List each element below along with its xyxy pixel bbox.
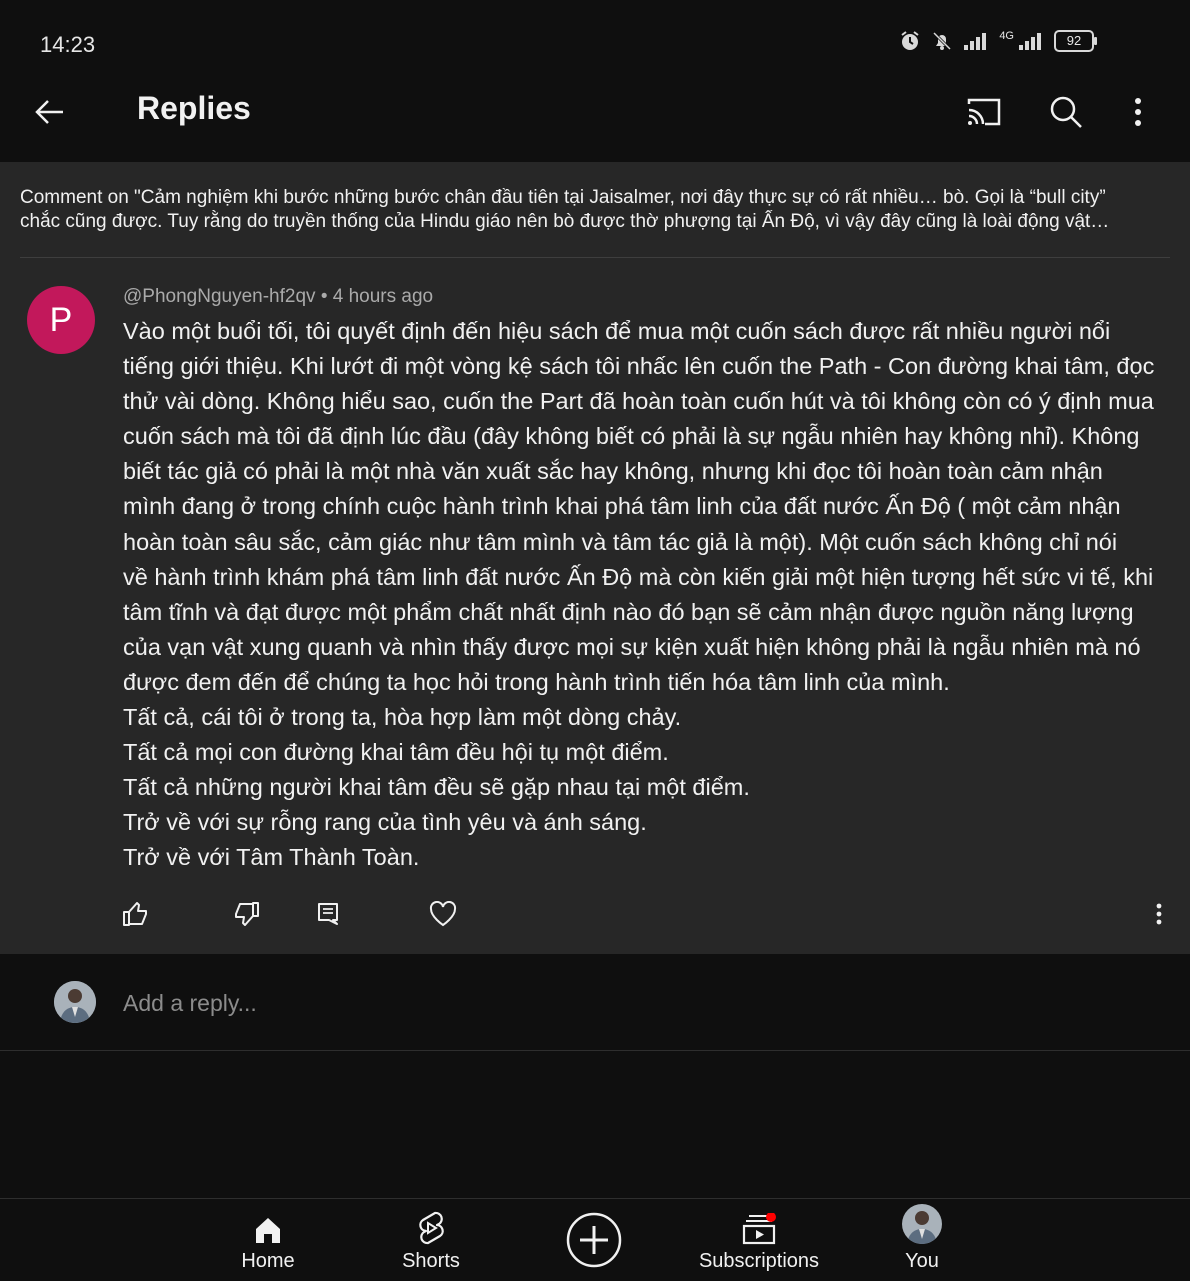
- meta-separator: •: [320, 286, 328, 307]
- reply-input[interactable]: [123, 988, 923, 1018]
- comment-icon: [318, 903, 338, 925]
- status-icons: 4G 92: [899, 30, 1097, 52]
- nav-label: Shorts: [402, 1250, 460, 1272]
- comment-line: biết tác giả có phải là một nhà văn xuất…: [123, 458, 1103, 485]
- search-button[interactable]: [1042, 88, 1090, 136]
- comment-line: Tất cả những người khai tâm đều sẽ gặp n…: [123, 774, 750, 801]
- nav-label: Home: [241, 1250, 295, 1272]
- cast-button[interactable]: [960, 88, 1008, 136]
- thumbs-up-icon: [123, 902, 147, 926]
- nav-shorts[interactable]: Shorts: [391, 1199, 471, 1281]
- comment-line: Trở về với sự rỗng rang của tình yêu và …: [123, 809, 647, 836]
- nav-home[interactable]: Home: [228, 1199, 308, 1281]
- shorts-icon: [419, 1211, 444, 1245]
- search-icon: [1050, 96, 1082, 128]
- profile-avatar-icon: [902, 1204, 942, 1244]
- more-vert-icon: [1156, 903, 1162, 925]
- app-bar: Replies: [0, 70, 1190, 160]
- cast-icon: [967, 98, 1001, 126]
- mute-bell-icon: [933, 31, 952, 51]
- reply-row: [0, 954, 1190, 1051]
- comment-line: cuốn sách mà tôi đã định lúc đầu (đây kh…: [123, 423, 1140, 450]
- signal-icon: [964, 33, 987, 50]
- alarm-icon: [901, 31, 919, 50]
- home-icon: [256, 1218, 280, 1243]
- like-button[interactable]: [116, 894, 156, 934]
- page-title: Replies: [137, 90, 251, 126]
- battery-icon: 92: [1054, 30, 1097, 52]
- status-time: 14:23: [40, 32, 96, 57]
- comment-line: Vào một buổi tối, tôi quyết định đến hiệ…: [123, 318, 1111, 344]
- divider: [20, 257, 1170, 258]
- nav-subscriptions[interactable]: Subscriptions: [689, 1199, 829, 1281]
- comment-line: thử vài dòng. Không hiểu sao, cuốn the P…: [123, 388, 1154, 415]
- comment-line: tiếng giới thiệu. Khi lướt đi một vòng k…: [123, 353, 1155, 380]
- more-vert-icon: [1135, 98, 1141, 126]
- create-button[interactable]: [566, 1212, 622, 1268]
- context-line: chắc cũng được. Tuy rằng do truyền thống…: [20, 211, 1110, 232]
- comment-body: Vào một buổi tối, tôi quyết định đến hiệ…: [123, 314, 1173, 876]
- comment-line: mình đang ở trong chính cuộc hành trình …: [123, 493, 1121, 520]
- nav-label: Subscriptions: [698, 1250, 820, 1272]
- comment-panel: Comment on "Cảm nghiệm khi bước những bư…: [0, 162, 1190, 954]
- comment-line: được đem đến để chúng ta học hỏi trong h…: [123, 668, 950, 695]
- add-circle-icon: [566, 1212, 622, 1268]
- signal-icon-2: [1019, 33, 1041, 50]
- user-avatar: [54, 981, 96, 1023]
- comment-line: tâm tĩnh và đạt được một phẩm chất nhất …: [123, 598, 1134, 625]
- dislike-button[interactable]: [226, 894, 266, 934]
- heart-button[interactable]: [423, 894, 463, 934]
- bottom-nav: Home Shorts Subscriptions You: [0, 1198, 1190, 1281]
- comment-line: về hành trình khám phá tâm linh đất nước…: [123, 563, 1154, 590]
- commenter-avatar[interactable]: P: [27, 286, 95, 354]
- comment-time: 4 hours ago: [332, 286, 434, 307]
- more-options-button[interactable]: [1114, 88, 1162, 136]
- nav-you[interactable]: You: [882, 1199, 962, 1281]
- network-type: 4G: [999, 30, 1014, 42]
- comment-author[interactable]: @PhongNguyen-hf2qv: [123, 286, 316, 307]
- arrow-left-icon: [35, 100, 63, 124]
- comment-line: Tất cả, cái tôi ở trong ta, hòa hợp làm …: [123, 704, 682, 731]
- reply-button[interactable]: [308, 894, 348, 934]
- back-button[interactable]: [26, 88, 74, 136]
- heart-icon: [429, 901, 457, 927]
- video-context[interactable]: Comment on "Cảm nghiệm khi bước những bư…: [20, 186, 1170, 234]
- nav-label: You: [905, 1250, 939, 1272]
- thumbs-down-icon: [235, 902, 259, 926]
- context-line: Comment on "Cảm nghiệm khi bước những bư…: [20, 187, 1106, 208]
- comment-more-button[interactable]: [1139, 894, 1179, 934]
- comment-line: Tất cả mọi con đường khai tâm đều hội tụ…: [123, 739, 669, 766]
- comment-line: của vạn vật xung quanh và nhìn thấy được…: [123, 633, 1141, 660]
- subscriptions-icon: [742, 1213, 776, 1245]
- comment-meta: @PhongNguyen-hf2qv • 4 hours ago: [123, 286, 433, 308]
- comment-line: Trở về với Tâm Thành Toàn.: [123, 844, 420, 871]
- comment-line: hoàn toàn sâu sắc, cảm giác như tâm mình…: [123, 528, 1118, 555]
